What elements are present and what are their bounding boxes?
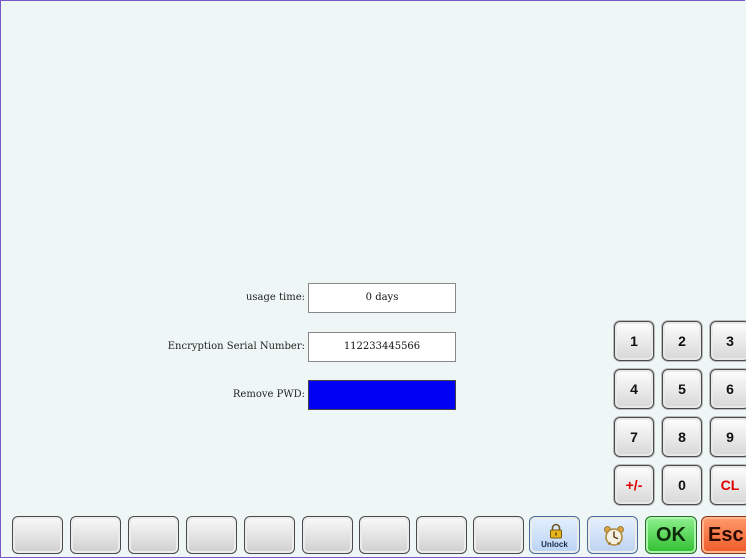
function-button-7[interactable]: [359, 516, 410, 554]
usage-time-field[interactable]: 0 days: [308, 283, 456, 313]
keypad-7-button[interactable]: 7: [614, 417, 654, 457]
keypad-plus-minus-button[interactable]: +/-: [614, 465, 654, 505]
function-button-5[interactable]: [244, 516, 295, 554]
remove-pwd-field[interactable]: [308, 380, 456, 410]
unlock-button[interactable]: Unlock: [529, 516, 580, 554]
usage-time-label: usage time:: [245, 292, 305, 303]
remove-pwd-label: Remove PWD:: [232, 389, 305, 400]
keypad-5-button[interactable]: 5: [662, 369, 702, 409]
keypad-2-button[interactable]: 2: [662, 321, 702, 361]
function-button-3[interactable]: [128, 516, 179, 554]
function-button-2[interactable]: [70, 516, 121, 554]
alarm-clock-button[interactable]: [587, 516, 638, 554]
keypad-9-button[interactable]: 9: [710, 417, 746, 457]
function-button-4[interactable]: [186, 516, 237, 554]
function-button-8[interactable]: [416, 516, 467, 554]
keypad-6-button[interactable]: 6: [710, 369, 746, 409]
keypad-3-button[interactable]: 3: [710, 321, 746, 361]
function-button-9[interactable]: [473, 516, 524, 554]
keypad-4-button[interactable]: 4: [614, 369, 654, 409]
serial-number-label: Encryption Serial Number:: [167, 341, 305, 352]
keypad-8-button[interactable]: 8: [662, 417, 702, 457]
function-button-6[interactable]: [302, 516, 353, 554]
lock-icon: [550, 523, 562, 539]
keypad-clear-button[interactable]: CL: [710, 465, 746, 505]
keypad-1-button[interactable]: 1: [614, 321, 654, 361]
alarm-clock-icon: [604, 526, 624, 546]
function-button-1[interactable]: [12, 516, 63, 554]
esc-button[interactable]: Esc: [701, 516, 746, 554]
unlock-label: Unlock: [541, 540, 568, 549]
keypad-0-button[interactable]: 0: [662, 465, 702, 505]
serial-number-field[interactable]: 112233445566: [308, 332, 456, 362]
ok-button[interactable]: OK: [645, 516, 697, 554]
